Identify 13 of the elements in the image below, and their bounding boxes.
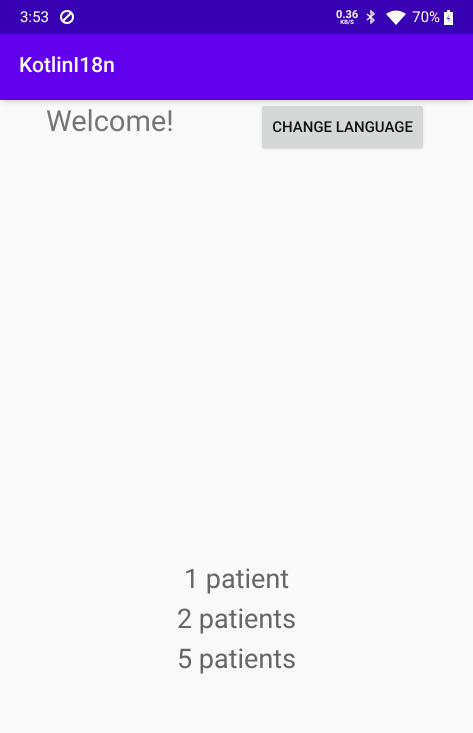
welcome-text: Welcome! bbox=[46, 104, 174, 140]
status-time: 3:53 bbox=[20, 6, 49, 28]
patient-count-text: 5 patients bbox=[176, 642, 296, 677]
bluetooth-icon bbox=[366, 10, 376, 24]
patient-count-text: 2 patients bbox=[176, 602, 296, 637]
blocked-circle-icon bbox=[58, 9, 75, 25]
battery-icon bbox=[444, 10, 453, 24]
battery-percentage: 70% bbox=[412, 6, 440, 28]
network-speed: 0.36 bbox=[336, 8, 358, 20]
change-language-button[interactable]: CHANGE LANGUAGE bbox=[262, 106, 423, 148]
patient-count-text: 1 patient bbox=[184, 562, 290, 597]
app-title: KotlinI18n bbox=[19, 53, 115, 80]
wifi-icon bbox=[386, 10, 406, 24]
